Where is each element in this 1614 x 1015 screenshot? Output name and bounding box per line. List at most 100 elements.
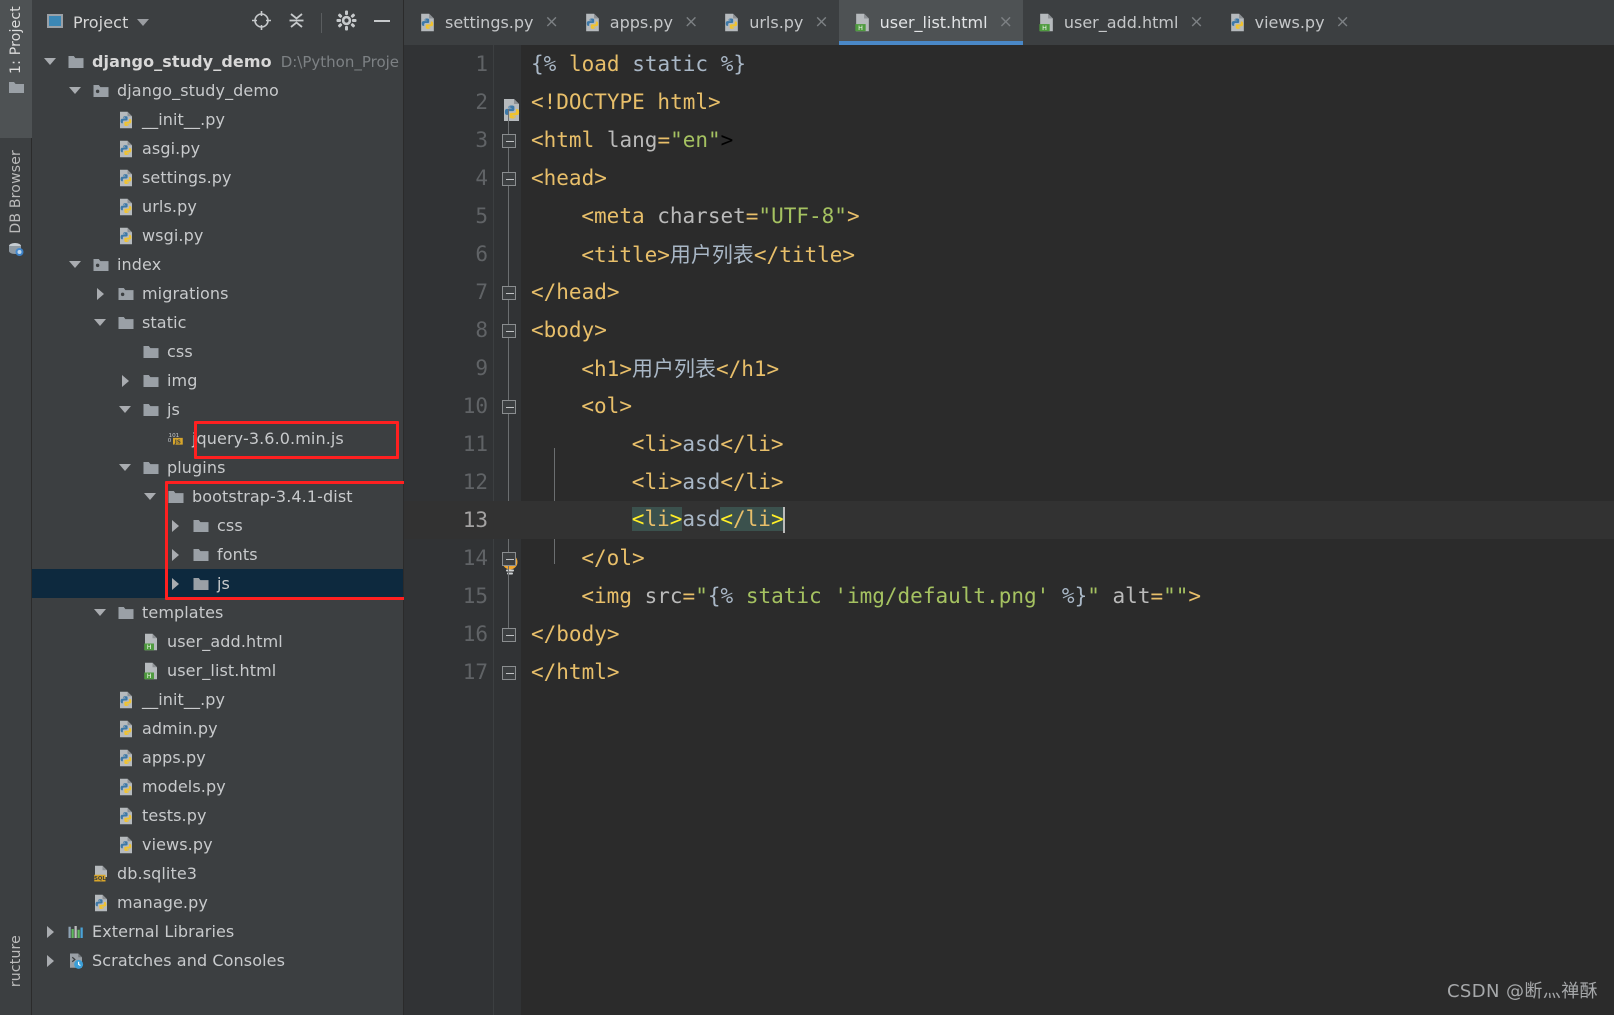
tree-row-label: External Libraries bbox=[92, 922, 235, 941]
tree-row-js[interactable]: js bbox=[32, 569, 403, 598]
chevron-down-icon[interactable] bbox=[92, 315, 108, 331]
tool-window-button-structure[interactable]: ructure bbox=[0, 935, 32, 987]
code-line-5[interactable]: 5 <meta charset="UTF-8"> bbox=[404, 197, 1614, 235]
editor-tab-settings-py[interactable]: settings.py × bbox=[404, 0, 569, 45]
chevron-down-icon[interactable] bbox=[42, 54, 58, 70]
tree-row-views-py[interactable]: views.py bbox=[32, 830, 403, 859]
collapse-all-icon[interactable] bbox=[286, 10, 307, 35]
close-icon[interactable]: × bbox=[1336, 14, 1350, 31]
tree-row-models-py[interactable]: models.py bbox=[32, 772, 403, 801]
tree-row-admin-py[interactable]: admin.py bbox=[32, 714, 403, 743]
code-line-8[interactable]: 8 <body> bbox=[404, 311, 1614, 349]
chevron-down-icon[interactable] bbox=[92, 605, 108, 621]
tree-row-css[interactable]: css bbox=[32, 337, 403, 366]
tree-row-bootstrap-3-4-1-dist[interactable]: bootstrap-3.4.1-dist bbox=[32, 482, 403, 511]
tree-row-tests-py[interactable]: tests.py bbox=[32, 801, 403, 830]
locate-target-icon[interactable] bbox=[251, 10, 272, 35]
editor-tab-user-list-html[interactable]: Huser_list.html × bbox=[838, 0, 1024, 45]
tree-row-django-study-demo[interactable]: django_study_demo D:\Python_Proje bbox=[32, 47, 403, 76]
tree-row-user-list-html[interactable]: Huser_list.html bbox=[32, 656, 403, 685]
tree-row-plugins[interactable]: plugins bbox=[32, 453, 403, 482]
code-line-6[interactable]: 6 <title>用户列表</title> bbox=[404, 235, 1614, 273]
editor-tab-label: views.py bbox=[1254, 13, 1325, 32]
chevron-right-icon[interactable] bbox=[167, 547, 183, 563]
close-icon[interactable]: × bbox=[999, 14, 1013, 31]
chevron-down-icon[interactable] bbox=[142, 489, 158, 505]
tool-window-button-db-browser[interactable]: DB Browser bbox=[0, 150, 32, 262]
tree-row-index[interactable]: index bbox=[32, 250, 403, 279]
tree-row-label: manage.py bbox=[117, 893, 208, 912]
tree-row-css[interactable]: css bbox=[32, 511, 403, 540]
tree-row-settings-py[interactable]: settings.py bbox=[32, 163, 403, 192]
code-line-12[interactable]: 12 <li>asd</li> bbox=[404, 463, 1614, 501]
tree-row-img[interactable]: img bbox=[32, 366, 403, 395]
editor-tab-views-py[interactable]: views.py × bbox=[1214, 0, 1360, 45]
svg-text:H: H bbox=[147, 673, 152, 680]
project-file-tree[interactable]: django_study_demo D:\Python_Proje django_s… bbox=[32, 45, 403, 975]
code-line-9[interactable]: 9 <h1>用户列表</h1> bbox=[404, 349, 1614, 387]
tree-row-user-add-html[interactable]: Huser_add.html bbox=[32, 627, 403, 656]
code-line-7[interactable]: 7 </head> bbox=[404, 273, 1614, 311]
tree-row-urls-py[interactable]: urls.py bbox=[32, 192, 403, 221]
gear-icon[interactable] bbox=[336, 10, 357, 35]
tree-row-apps-py[interactable]: apps.py bbox=[32, 743, 403, 772]
tree-row-js[interactable]: js bbox=[32, 395, 403, 424]
folder-root-icon bbox=[67, 53, 85, 71]
code-line-4[interactable]: 4 <head> bbox=[404, 159, 1614, 197]
tree-row-wsgi-py[interactable]: wsgi.py bbox=[32, 221, 403, 250]
tree-row-asgi-py[interactable]: asgi.py bbox=[32, 134, 403, 163]
folder-icon bbox=[142, 401, 160, 419]
tree-row-manage-py[interactable]: manage.py bbox=[32, 888, 403, 917]
code-line-11[interactable]: 11 <li>asd</li> bbox=[404, 425, 1614, 463]
code-line-3[interactable]: 3 <html lang="en"> bbox=[404, 121, 1614, 159]
tree-row-migrations[interactable]: migrations bbox=[32, 279, 403, 308]
code-line-2[interactable]: 2 <!DOCTYPE html> bbox=[404, 83, 1614, 121]
chevron-right-icon[interactable] bbox=[167, 518, 183, 534]
close-icon[interactable]: × bbox=[814, 14, 828, 31]
tree-row-external-libraries[interactable]: External Libraries bbox=[32, 917, 403, 946]
code-line-15[interactable]: 15 <img src="{% static 'img/default.png' … bbox=[404, 577, 1614, 615]
editor-tab-apps-py[interactable]: apps.py × bbox=[569, 0, 708, 45]
chevron-right-icon[interactable] bbox=[42, 924, 58, 940]
chevron-down-icon[interactable] bbox=[117, 460, 133, 476]
editor-tab-user-add-html[interactable]: Huser_add.html × bbox=[1023, 0, 1214, 45]
code-line-17[interactable]: 17 </html> bbox=[404, 653, 1614, 691]
code-lines[interactable]: 1 {% load static %} 2 <!DOCTYPE html> 3 <html… bbox=[404, 45, 1614, 1015]
editor-tab-bar[interactable]: settings.py × apps.py × urls.py × Huser_list.h… bbox=[404, 0, 1614, 45]
tree-row-db-sqlite3[interactable]: SQL db.sqlite3 bbox=[32, 859, 403, 888]
editor-body[interactable]: 1 {% load static %} 2 <!DOCTYPE html> 3 <html… bbox=[404, 45, 1614, 1015]
minimize-icon[interactable] bbox=[371, 10, 393, 35]
chevron-down-icon[interactable] bbox=[117, 402, 133, 418]
tree-row-jquery-3-6-0-min-js[interactable]: 101 0 JS jquery-3.6.0.min.js bbox=[32, 424, 403, 453]
close-icon[interactable]: × bbox=[1189, 14, 1203, 31]
code-line-1[interactable]: 1 {% load static %} bbox=[404, 45, 1614, 83]
code-line-13[interactable]: 13 <li>asd</li> bbox=[404, 501, 1614, 539]
chevron-right-icon[interactable] bbox=[117, 373, 133, 389]
tree-row-label: migrations bbox=[142, 284, 229, 303]
close-icon[interactable]: × bbox=[684, 14, 698, 31]
tree-row-templates[interactable]: templates bbox=[32, 598, 403, 627]
python-file-icon bbox=[117, 140, 135, 158]
chevron-right-icon[interactable] bbox=[92, 286, 108, 302]
tree-row-label: jquery-3.6.0.min.js bbox=[192, 429, 344, 448]
close-icon[interactable]: × bbox=[545, 14, 559, 31]
code-line-14[interactable]: 14 </ol> bbox=[404, 539, 1614, 577]
chevron-down-icon[interactable] bbox=[67, 257, 83, 273]
tree-row-fonts[interactable]: fonts bbox=[32, 540, 403, 569]
line-number: 10 bbox=[462, 394, 488, 418]
folder-module-icon bbox=[92, 82, 110, 100]
tree-row-scratches-and-consoles[interactable]: Scratches and Consoles bbox=[32, 946, 403, 975]
tree-row-django-study-demo[interactable]: django_study_demo bbox=[32, 76, 403, 105]
tree-row-static[interactable]: static bbox=[32, 308, 403, 337]
code-line-10[interactable]: 10 <ol> bbox=[404, 387, 1614, 425]
chevron-right-icon[interactable] bbox=[167, 576, 183, 592]
chevron-down-icon[interactable] bbox=[67, 83, 83, 99]
tree-row--init-py[interactable]: __init__.py bbox=[32, 105, 403, 134]
editor-tab-urls-py[interactable]: urls.py × bbox=[708, 0, 838, 45]
tree-row--init-py[interactable]: __init__.py bbox=[32, 685, 403, 714]
chevron-right-icon[interactable] bbox=[42, 953, 58, 969]
line-number: 13 bbox=[462, 508, 488, 532]
code-line-16[interactable]: 16 </body> bbox=[404, 615, 1614, 653]
tool-window-button-project[interactable]: 1: Project bbox=[0, 6, 32, 99]
chevron-down-icon[interactable] bbox=[137, 19, 150, 26]
